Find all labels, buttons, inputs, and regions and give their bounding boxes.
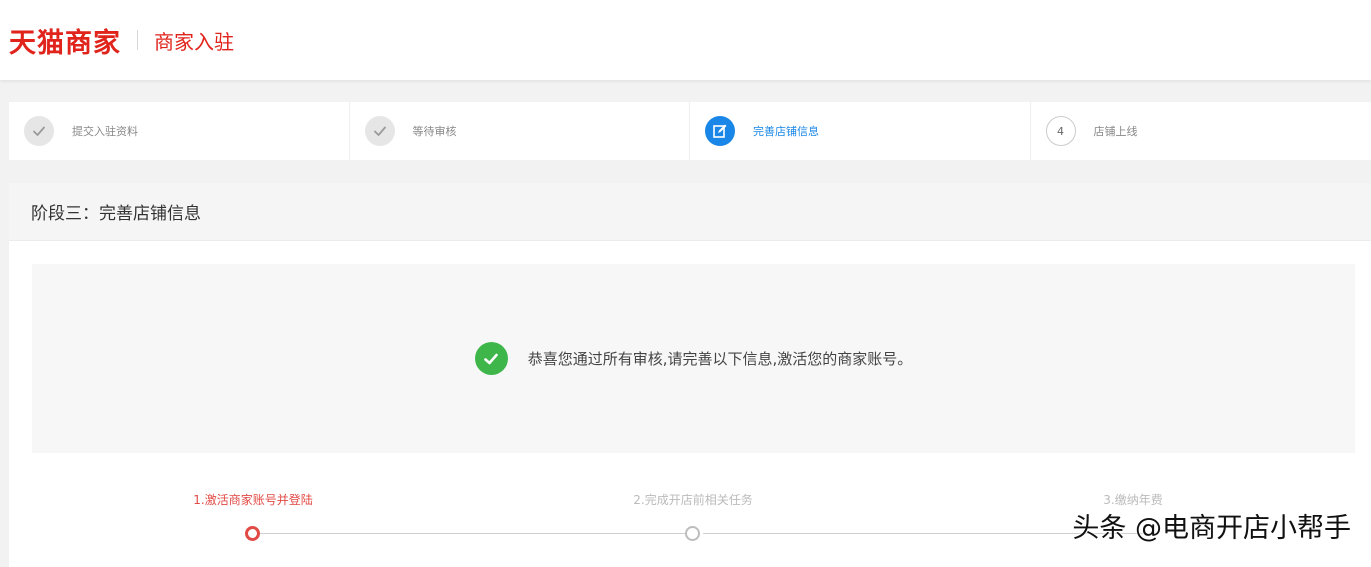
step-label: 店铺上线 [1093,125,1138,138]
step-label: 提交入驻资料 [72,125,138,138]
progress-node-activate[interactable] [245,526,260,541]
top-header: 天猫商家 商家入驻 [0,0,1371,80]
step-await-review: 等待审核 [350,102,690,160]
header-subtitle[interactable]: 商家入驻 [154,26,234,55]
check-circle-icon [474,342,508,375]
tmall-merchant-logo[interactable]: 天猫商家 [9,21,121,60]
watermark-text: 头条 @电商开店小帮手 [1072,513,1351,544]
step-submit-info: 提交入驻资料 [9,102,350,160]
step-label: 等待审核 [412,125,457,138]
progress-line [260,533,688,534]
onboarding-stepbar: 提交入驻资料 等待审核 完善店铺信息 4 店铺上线 [9,102,1371,160]
step-store-online: 4 店铺上线 [1031,102,1371,160]
step-complete-store-info: 完善店铺信息 [690,102,1031,160]
step-label: 完善店铺信息 [753,125,819,138]
edit-icon [705,116,735,146]
stage-title: 阶段三：完善店铺信息 [9,183,1371,241]
header-divider [137,30,138,50]
check-icon [24,116,54,146]
progress-label-tasks: 2.完成开店前相关任务 [633,493,753,507]
notice-text: 恭喜您通过所有审核,请完善以下信息,激活您的商家账号。 [527,350,913,368]
check-icon [364,116,395,146]
step-number: 4 [1045,116,1076,146]
approval-notice: 恭喜您通过所有审核,请完善以下信息,激活您的商家账号。 [32,264,1355,453]
progress-node-tasks[interactable] [685,526,700,541]
progress-label-activate: 1.激活商家账号并登陆 [193,493,313,507]
